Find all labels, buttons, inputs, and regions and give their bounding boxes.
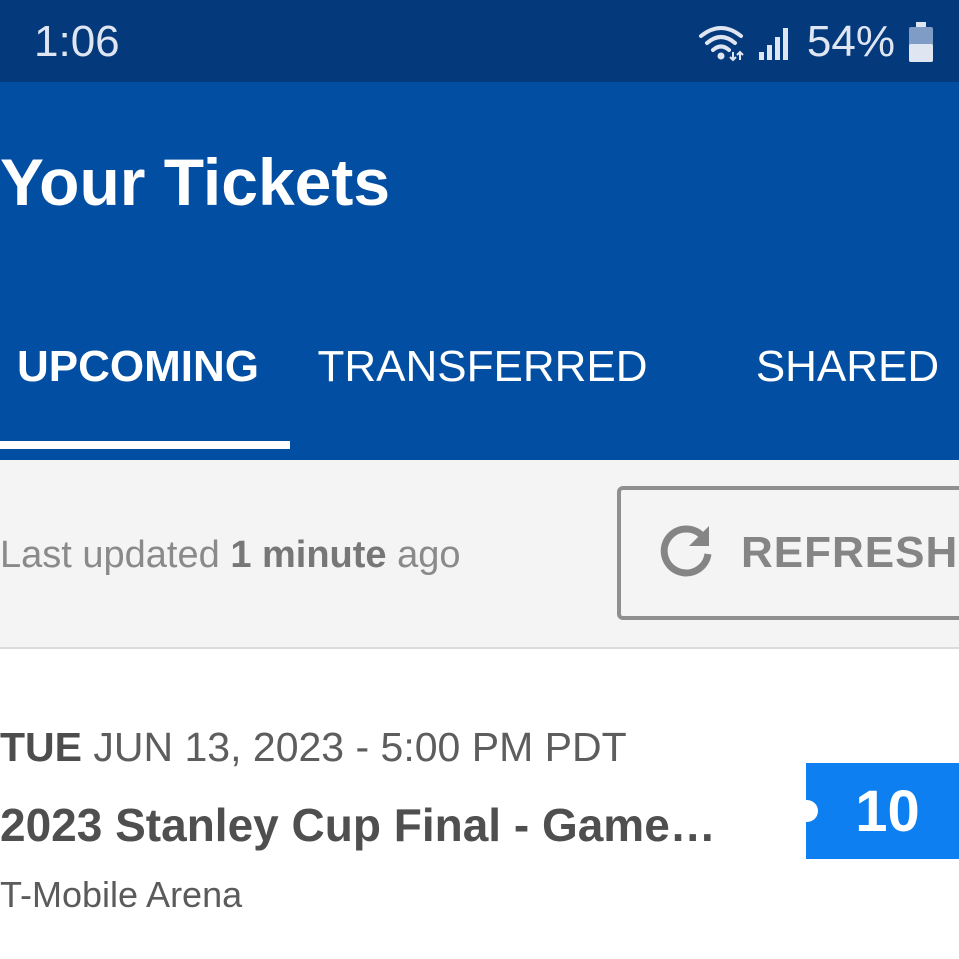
event-day: TUE xyxy=(0,724,82,770)
ticket-count-badge: 10 xyxy=(796,763,959,859)
last-updated-suffix: ago xyxy=(386,534,461,576)
battery-percent: 54% xyxy=(806,17,895,66)
tab-transferred[interactable]: TRANSFERRED xyxy=(300,330,665,458)
ticket-notch-icon xyxy=(796,800,818,822)
last-updated-prefix: Last updated xyxy=(0,534,231,576)
wifi-icon xyxy=(697,22,745,62)
tab-shared[interactable]: SHARED xyxy=(735,330,959,458)
status-time: 1:06 xyxy=(34,17,120,66)
battery-icon xyxy=(907,20,935,64)
update-bar: Last updated 1 minute ago REFRESH xyxy=(0,460,959,649)
tab-upcoming[interactable]: UPCOMING xyxy=(0,330,290,458)
ticket-count: 10 xyxy=(855,778,920,844)
selected-tab-indicator xyxy=(0,441,290,449)
event-venue: T-Mobile Arena xyxy=(0,874,243,915)
last-updated-value: 1 minute xyxy=(230,534,387,576)
event-datetime: JUN 13, 2023 - 5:00 PM PDT xyxy=(82,724,627,770)
tab-upcoming-label: UPCOMING xyxy=(17,342,259,391)
tab-transferred-label: TRANSFERRED xyxy=(317,342,648,391)
refresh-label: REFRESH xyxy=(741,528,959,577)
event-title: 2023 Stanley Cup Final - Game… xyxy=(0,799,716,851)
signal-icon xyxy=(757,22,795,62)
page-title: Your Tickets xyxy=(0,145,391,219)
tab-shared-label: SHARED xyxy=(755,342,940,391)
status-bar: 1:06 54% xyxy=(0,0,959,82)
tab-bar: UPCOMING TRANSFERRED SHARED xyxy=(0,330,959,460)
event-date: TUE JUN 13, 2023 - 5:00 PM PDT xyxy=(0,724,627,771)
app-header: Your Tickets UPCOMING TRANSFERRED SHARED xyxy=(0,82,959,460)
last-updated-text: Last updated 1 minute ago xyxy=(0,534,461,577)
event-list-item[interactable]: TUE JUN 13, 2023 - 5:00 PM PDT 2023 Stan… xyxy=(0,650,959,959)
refresh-icon xyxy=(657,522,715,585)
status-indicators: 54% xyxy=(697,14,935,70)
refresh-button[interactable]: REFRESH xyxy=(617,486,959,620)
